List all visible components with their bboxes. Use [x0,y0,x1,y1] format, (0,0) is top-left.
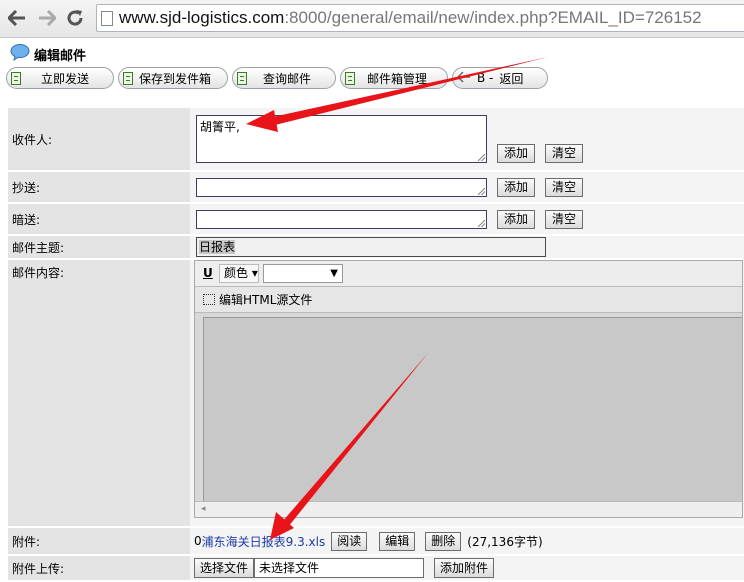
subject-row: 邮件主题: 日报表 [8,236,744,258]
page-title: 编辑邮件 [10,43,87,65]
document-icon [11,71,21,85]
upload-label: 附件上传: [8,556,190,580]
query-mail-label: 查询邮件 [263,71,312,86]
bcc-row: 暗送: 添加 清空 [8,204,744,234]
attachment-prefix: 0 [194,534,202,548]
horizontal-scrollbar[interactable]: ◂ [195,501,742,517]
resize-grip-icon[interactable] [478,219,485,227]
to-add-button[interactable]: 添加 [497,144,536,163]
page-title-text: 编辑邮件 [34,48,87,64]
cc-field[interactable] [196,177,487,197]
underline-button[interactable]: U [203,266,213,280]
attachment-line: 0 浦东海关日报表9.3.xls 阅读 编辑 删除 (27,136字节) [194,530,744,552]
mailbox-manage-button[interactable]: 邮件箱管理 [340,67,448,89]
subject-input[interactable]: 日报表 [196,237,546,257]
email-form: 收件人: 胡箐平, 添加 清空 抄送: 添加 清空 暗送: 添加 清空 邮件主题: 日… [8,106,744,582]
upload-row: 附件上传: 选择文件 未选择文件 添加附件 [8,556,744,580]
url-host: www.sjd-logistics.com [119,8,285,27]
save-to-outbox-label: 保存到发件箱 [139,71,212,86]
editor-toolbar: U 颜色 ▾ ▼ [195,261,742,287]
to-row: 收件人: 胡箐平, 添加 清空 [8,108,744,170]
to-cell: 胡箐平, 添加 清空 [190,108,744,170]
to-field[interactable]: 胡箐平, [196,115,487,163]
back-button[interactable]: B - 返回 [452,67,548,89]
html-source-label: 编辑HTML源文件 [219,293,313,307]
page-file-icon [101,10,113,26]
subject-value: 日报表 [199,240,236,254]
document-icon [237,71,247,85]
attachment-size: (27,136字节) [467,534,543,549]
edit-button[interactable]: 编辑 [379,531,416,551]
color-dropdown[interactable]: 颜色 ▾ [219,264,259,283]
mailbox-manage-label: 邮件箱管理 [367,71,428,86]
file-name-display: 未选择文件 [254,558,425,578]
resize-grip-icon[interactable] [478,154,485,161]
chevron-down-icon: ▼ [330,268,338,279]
back-icon [456,70,471,86]
read-button[interactable]: 阅读 [331,531,368,551]
content-label: 邮件内容: [8,260,190,526]
subject-cell: 日报表 [190,236,744,258]
address-bar[interactable]: www.sjd-logistics.com:8000/general/email… [96,4,744,32]
editor-body[interactable] [203,317,742,501]
action-toolbar: 立即发送 保存到发件箱 查询邮件 邮件箱管理 B - 返回 [6,67,744,91]
color-label: 颜色 [224,266,249,280]
forward-arrow-icon[interactable] [36,7,58,29]
upload-cell: 选择文件 未选择文件 添加附件 [190,556,744,580]
bcc-clear-button[interactable]: 清空 [545,209,584,229]
speech-bubble-icon [10,43,30,65]
upload-line: 选择文件 未选择文件 添加附件 [194,557,744,579]
bcc-label: 暗送: [8,204,190,234]
url-path: :8000/general/email/new/index.php?EMAIL_… [284,8,702,27]
reload-icon[interactable] [64,7,86,29]
attachment-cell: 0 浦东海关日报表9.3.xls 阅读 编辑 删除 (27,136字节) [190,528,744,554]
rich-text-editor: U 颜色 ▾ ▼ 编辑HTML源文件 ◂ [194,260,743,518]
document-icon [345,71,355,85]
resize-grip-icon[interactable] [478,187,485,195]
back-arrow-icon[interactable] [6,7,28,29]
send-now-label: 立即发送 [41,71,90,86]
bcc-cell: 添加 清空 [190,204,744,234]
to-value: 胡箐平, [200,120,240,134]
attachment-row: 附件: 0 浦东海关日报表9.3.xls 阅读 编辑 删除 (27,136字节) [8,528,744,554]
source-icon [203,294,215,305]
scroll-left-icon: ◂ [201,504,206,514]
attachment-link[interactable]: 浦东海关日报表9.3.xls [202,533,326,550]
font-size-dropdown[interactable]: ▼ [263,264,343,283]
bcc-field[interactable] [196,209,487,229]
save-to-outbox-button[interactable]: 保存到发件箱 [118,67,228,89]
send-now-button[interactable]: 立即发送 [6,67,114,89]
to-label: 收件人: [8,108,190,170]
to-clear-button[interactable]: 清空 [545,144,584,163]
cc-clear-button[interactable]: 清空 [545,177,584,197]
document-icon [123,71,133,85]
subject-label: 邮件主题: [8,236,190,258]
back-label: 返回 [499,71,524,86]
back-prefix: B - [477,71,494,85]
cc-label: 抄送: [8,172,190,202]
cc-add-button[interactable]: 添加 [497,177,536,197]
delete-button[interactable]: 删除 [425,531,462,551]
html-source-toggle[interactable]: 编辑HTML源文件 [195,287,742,313]
choose-file-button[interactable]: 选择文件 [194,558,255,578]
query-mail-button[interactable]: 查询邮件 [232,67,336,89]
browser-toolbar: www.sjd-logistics.com:8000/general/email… [0,0,744,38]
add-attachment-button[interactable]: 添加附件 [434,558,495,578]
content-row: 邮件内容: U 颜色 ▾ ▼ 编辑HTML源文件 ◂ [8,260,744,526]
bcc-add-button[interactable]: 添加 [497,209,536,229]
cc-row: 抄送: 添加 清空 [8,172,744,202]
cc-cell: 添加 清空 [190,172,744,202]
attachment-label: 附件: [8,528,190,554]
content-cell: U 颜色 ▾ ▼ 编辑HTML源文件 ◂ [190,260,744,526]
